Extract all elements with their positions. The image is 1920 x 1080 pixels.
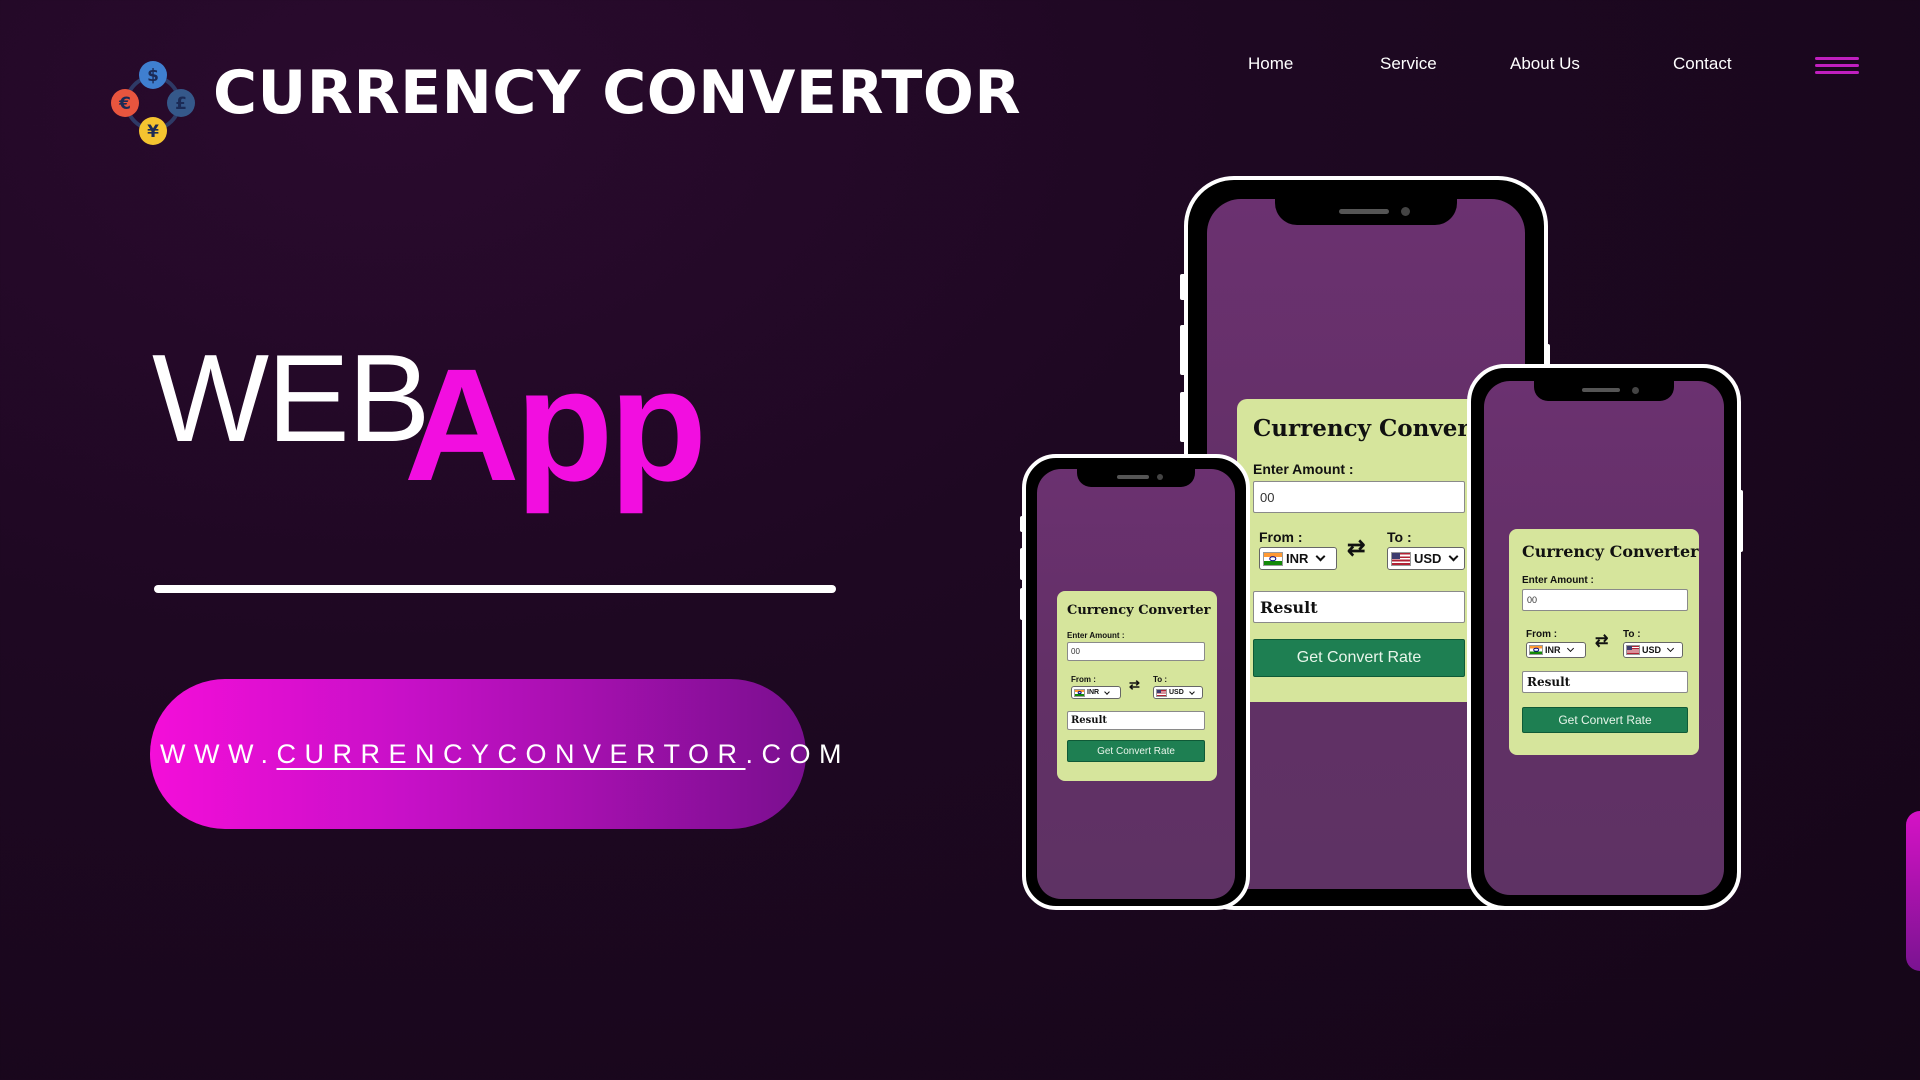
- to-currency-value: USD: [1169, 689, 1184, 696]
- india-flag-icon: [1263, 551, 1283, 566]
- from-currency-select[interactable]: INR: [1259, 547, 1337, 570]
- hero-app-text: App: [404, 335, 707, 514]
- url-prefix: WWW.: [160, 738, 277, 769]
- get-convert-rate-button[interactable]: Get Convert Rate: [1253, 639, 1465, 677]
- to-label: To :: [1623, 629, 1641, 640]
- side-scroll-tab[interactable]: [1906, 811, 1920, 971]
- right-phone-screen: Currency Converter Enter Amount : 00 Fro…: [1484, 381, 1724, 895]
- hero-web-text: WEB: [152, 330, 430, 468]
- result-field: Result: [1522, 671, 1688, 693]
- get-convert-rate-button[interactable]: Get Convert Rate: [1067, 740, 1205, 762]
- right-phone-device: Currency Converter Enter Amount : 00 Fro…: [1467, 364, 1741, 910]
- swap-arrows-icon[interactable]: ⇄: [1129, 677, 1140, 693]
- divider-line: [154, 585, 836, 593]
- from-currency-select[interactable]: INR: [1526, 642, 1586, 658]
- left-phone-device: Currency Converter Enter Amount : 00 Fro…: [1022, 454, 1250, 910]
- result-field: Result: [1253, 591, 1465, 623]
- chevron-down-icon: [1449, 551, 1459, 562]
- usa-flag-icon: [1391, 551, 1411, 566]
- india-flag-icon: [1074, 688, 1085, 697]
- website-url[interactable]: WWW.CURRENCYCONVERTOR.COM: [160, 739, 850, 770]
- from-label: From :: [1071, 675, 1096, 684]
- chevron-down-icon: [1188, 688, 1195, 695]
- left-phone-screen: Currency Converter Enter Amount : 00 Fro…: [1037, 469, 1235, 899]
- converter-title: Currency Converter: [1067, 603, 1211, 618]
- from-currency-value: INR: [1545, 645, 1561, 655]
- to-label: To :: [1387, 529, 1412, 545]
- yen-symbol: ¥: [147, 122, 159, 142]
- amount-label: Enter Amount :: [1522, 575, 1594, 586]
- from-label: From :: [1259, 529, 1303, 545]
- hamburger-menu-icon[interactable]: [1815, 57, 1859, 74]
- nav-service-link[interactable]: Service: [1380, 54, 1437, 74]
- india-flag-icon: [1529, 645, 1543, 655]
- chevron-down-icon: [1104, 688, 1110, 695]
- chevron-down-icon: [1566, 644, 1574, 653]
- dollar-symbol: $: [147, 66, 159, 86]
- swap-arrows-icon[interactable]: ⇄: [1595, 631, 1608, 651]
- url-suffix: .COM: [745, 738, 851, 769]
- chevron-down-icon: [1666, 644, 1675, 653]
- amount-input[interactable]: 00: [1067, 642, 1205, 661]
- to-currency-value: USD: [1642, 645, 1662, 655]
- brand-title: CURRENCY CONVERTOR: [213, 58, 1022, 128]
- to-label: To :: [1153, 675, 1168, 684]
- converter-card: Currency Converter Enter Amount : 00 Fro…: [1057, 591, 1217, 781]
- left-phone-notch: [1077, 469, 1195, 487]
- result-field: Result: [1067, 711, 1205, 730]
- currency-exchange-logo-icon: $ € £ ¥: [111, 61, 195, 145]
- from-currency-value: INR: [1286, 551, 1309, 566]
- nav-about-us-link[interactable]: About Us: [1510, 54, 1580, 74]
- pound-symbol: £: [175, 94, 187, 114]
- from-label: From :: [1526, 629, 1558, 640]
- amount-input[interactable]: 00: [1522, 589, 1688, 611]
- amount-input[interactable]: 00: [1253, 481, 1465, 513]
- to-currency-select[interactable]: USD: [1387, 547, 1465, 570]
- from-currency-value: INR: [1087, 689, 1100, 696]
- converter-card: Currency Converter Enter Amount : 00 Fro…: [1509, 529, 1699, 755]
- nav-contact-link[interactable]: Contact: [1673, 54, 1732, 74]
- tablet-notch: [1275, 199, 1457, 225]
- website-url-pill[interactable]: WWW.CURRENCYCONVERTOR.COM: [150, 679, 842, 829]
- amount-label: Enter Amount :: [1253, 461, 1354, 477]
- swap-arrows-icon[interactable]: ⇄: [1347, 535, 1365, 561]
- to-currency-select[interactable]: USD: [1623, 642, 1683, 658]
- get-convert-rate-button[interactable]: Get Convert Rate: [1522, 707, 1688, 733]
- euro-symbol: €: [118, 94, 131, 114]
- right-phone-notch: [1534, 381, 1674, 401]
- usa-flag-icon: [1626, 645, 1640, 655]
- converter-title: Currency Converter: [1522, 542, 1699, 561]
- chevron-down-icon: [1315, 551, 1326, 562]
- amount-label: Enter Amount :: [1067, 631, 1125, 640]
- usa-flag-icon: [1156, 688, 1167, 697]
- url-domain: CURRENCYCONVERTOR: [276, 738, 746, 769]
- nav-home-link[interactable]: Home: [1248, 54, 1293, 74]
- to-currency-value: USD: [1414, 551, 1442, 566]
- from-currency-select[interactable]: INR: [1071, 686, 1121, 699]
- to-currency-select[interactable]: USD: [1153, 686, 1203, 699]
